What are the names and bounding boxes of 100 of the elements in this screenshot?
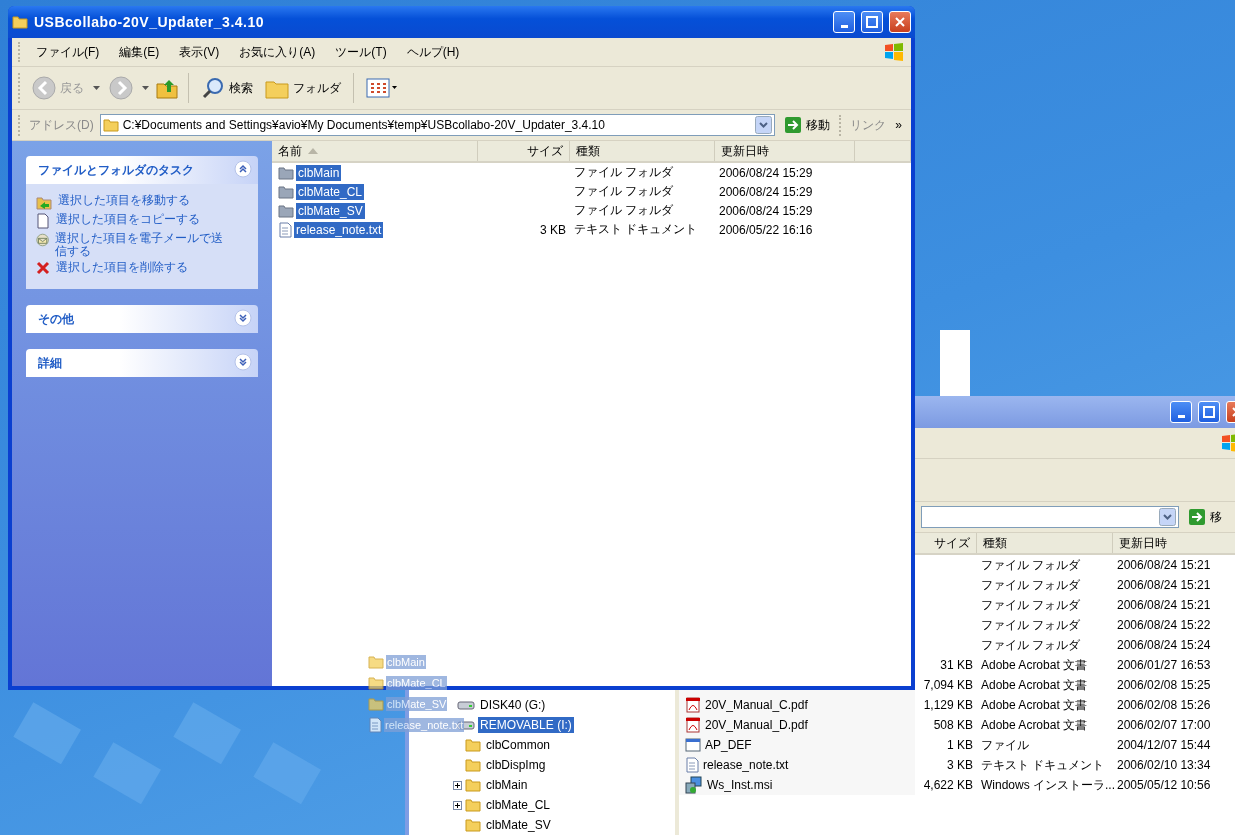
file-type: ファイル フォルダ — [573, 183, 675, 200]
menu-item[interactable]: ヘルプ(H) — [399, 41, 467, 63]
file-type: ファイル フォルダ — [980, 576, 1082, 594]
expand-plus-icon[interactable] — [453, 780, 462, 790]
folder-icon — [465, 738, 481, 752]
menu-item[interactable]: ツール(T) — [328, 41, 394, 63]
close-icon — [894, 16, 906, 28]
task-link[interactable]: 選択した項目を削除する — [36, 261, 224, 275]
file-size: 31 KB — [939, 658, 974, 672]
document-icon — [36, 213, 50, 229]
file-date: 2006/01/27 16:53 — [1116, 658, 1212, 672]
windows-logo-icon — [883, 42, 905, 62]
column-header[interactable]: 更新日時 — [1113, 533, 1235, 553]
caret-icon — [142, 85, 149, 91]
file-type: Adobe Acrobat 文書 — [980, 716, 1089, 734]
delete-icon — [36, 261, 50, 275]
task-link[interactable]: 選択した項目を電子メールで送信する — [36, 232, 224, 258]
menu-item[interactable]: お気に入り(A) — [232, 41, 323, 63]
file-type: ファイル フォルダ — [980, 556, 1082, 574]
task-link[interactable]: 選択した項目をコピーする — [36, 213, 224, 229]
more-button[interactable]: » — [892, 116, 905, 134]
tree-item[interactable]: clbDispImg — [484, 757, 548, 773]
folder-icon — [368, 675, 384, 690]
file-type: Adobe Acrobat 文書 — [980, 696, 1089, 714]
folder-icon — [278, 203, 294, 218]
expand-chevron-icon[interactable] — [234, 308, 252, 327]
drive-icon — [457, 699, 475, 711]
maximize-icon — [1203, 406, 1215, 418]
dragged-item: release_note.txt — [384, 717, 465, 732]
panel-title[interactable]: その他 — [38, 310, 74, 328]
address-field[interactable] — [921, 506, 1179, 528]
file-size: 1 KB — [946, 738, 974, 752]
tree-item[interactable]: DISK40 (G:) — [478, 697, 548, 713]
tree-item[interactable]: clbCommon — [484, 737, 553, 753]
tree-item[interactable]: clbMain — [484, 777, 530, 793]
file-date: 2006/02/10 13:34 — [1116, 758, 1212, 772]
tree-item[interactable]: clbMate_CL — [484, 797, 553, 813]
file-size: 3 KB — [539, 222, 567, 237]
file-name[interactable]: AP_DEF — [703, 737, 754, 753]
file-size: 4,622 KB — [922, 778, 974, 792]
go-button[interactable]: 移動 — [781, 114, 834, 136]
minimize-button[interactable] — [1170, 401, 1192, 423]
file-type: ファイル フォルダ — [573, 202, 675, 219]
file-date: 2004/12/07 15:44 — [1116, 738, 1212, 752]
collapse-chevron-icon[interactable] — [234, 159, 252, 178]
minimize-button[interactable] — [833, 11, 855, 33]
folder-icon — [278, 184, 294, 199]
file-type: ファイル フォルダ — [980, 596, 1082, 614]
address-field[interactable]: C:¥Documents and Settings¥avio¥My Documents¥temp¥USBcollabo-20V_Updater_3.4.10 — [99, 114, 776, 136]
column-header[interactable]: 更新日時 — [715, 141, 855, 161]
folder-icon — [368, 696, 384, 711]
file-name[interactable]: clbMate_CL — [296, 183, 365, 200]
file-size: 3 KB — [946, 758, 974, 772]
folder-icon — [368, 654, 384, 669]
file-date: 2006/02/07 17:00 — [1116, 718, 1212, 732]
envelope-icon — [36, 232, 50, 248]
column-header[interactable]: 種類 — [977, 533, 1113, 553]
file-type: テキスト ドキュメント — [980, 756, 1106, 774]
folders-button[interactable]: フォルダ — [262, 75, 344, 101]
task-link[interactable]: 選択した項目を移動する — [36, 194, 224, 210]
file-date: 2006/08/24 15:24 — [1116, 638, 1212, 652]
file-type: ファイル フォルダ — [980, 636, 1082, 654]
maximize-button[interactable] — [1198, 401, 1220, 423]
column-header[interactable]: 種類 — [570, 141, 715, 161]
panel-title[interactable]: 詳細 — [38, 354, 62, 372]
address-label: アドレス(D) — [29, 116, 94, 134]
file-type: ファイル フォルダ — [573, 164, 675, 181]
maximize-button[interactable] — [861, 11, 883, 33]
dragged-item: clbMate_SV — [386, 696, 448, 711]
column-header[interactable]: サイズ — [478, 141, 570, 161]
folder-icon — [465, 758, 481, 772]
file-date: 2006/05/22 16:16 — [718, 222, 814, 237]
file-type: Adobe Acrobat 文書 — [980, 656, 1089, 674]
file-name[interactable]: release_note.txt — [294, 221, 384, 238]
file-name[interactable]: clbMate_SV — [296, 202, 365, 219]
menu-item[interactable]: 編集(E) — [112, 41, 167, 63]
file-date: 2005/05/12 10:56 — [1116, 778, 1212, 792]
file-name[interactable]: clbMain — [296, 164, 342, 181]
tree-item[interactable]: clbMate_SV — [484, 817, 553, 833]
file-date: 2006/08/24 15:21 — [1116, 578, 1212, 592]
expand-chevron-icon[interactable] — [234, 352, 252, 371]
tree-item[interactable]: REMOVABLE (I:) — [478, 717, 574, 733]
file-type: Adobe Acrobat 文書 — [980, 676, 1089, 694]
file-date: 2006/08/24 15:29 — [718, 203, 814, 218]
search-button[interactable]: 検索 — [198, 74, 256, 102]
close-button[interactable] — [889, 11, 911, 33]
column-header[interactable]: 名前 — [272, 141, 478, 161]
installer-icon — [685, 776, 703, 794]
folder-icon — [465, 778, 481, 792]
go-button[interactable]: 移 — [1185, 506, 1235, 528]
minimize-icon — [840, 24, 848, 28]
maximize-icon — [866, 16, 878, 28]
panel-title[interactable]: ファイルとフォルダのタスク — [38, 161, 194, 179]
file-date: 2006/08/24 15:21 — [1116, 598, 1212, 612]
file-type: Windows インストーラ... — [980, 776, 1113, 794]
expand-plus-icon[interactable] — [453, 800, 462, 810]
file-date: 2006/02/08 15:26 — [1116, 698, 1212, 712]
file-date: 2006/08/24 15:22 — [1116, 618, 1212, 632]
menu-item[interactable]: 表示(V) — [172, 41, 227, 63]
menu-item[interactable]: ファイル(F) — [29, 41, 107, 63]
